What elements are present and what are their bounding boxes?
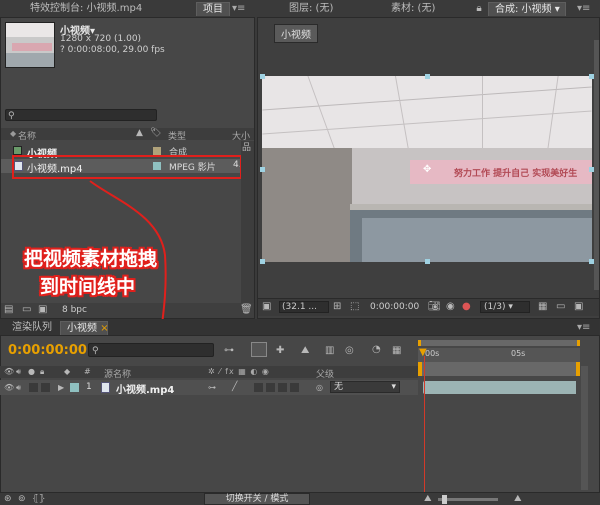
parent-dropdown[interactable]: 无 ▾ [330, 381, 400, 393]
toggle-switches-modes-button[interactable]: 切换开关 / 模式 [204, 493, 310, 505]
switches-header: ✲ ⁄ fx ▦ ◐ ◉ [208, 367, 270, 376]
layer-number: 1 [86, 382, 92, 392]
tab-timeline-label: 小视频 [67, 323, 97, 334]
timeline-timecode[interactable]: 0:00:00:00 [8, 343, 87, 358]
solo-checkbox[interactable] [29, 383, 38, 392]
switch-box[interactable] [266, 383, 275, 392]
current-time-indicator[interactable]: ▼ [419, 348, 427, 358]
fit-frame-icon[interactable]: ⊞ [333, 302, 341, 312]
video-toggle-icon[interactable]: 👁︎ [4, 367, 14, 377]
playhead-line[interactable] [424, 356, 425, 496]
frame-handle[interactable] [425, 259, 430, 264]
timeline-vertical-scrollbar[interactable] [581, 366, 588, 490]
shy-switch-icon[interactable]: ⊶ [208, 383, 216, 393]
lock-checkbox[interactable] [41, 383, 50, 392]
transparency-grid-icon[interactable]: ▦ [538, 302, 547, 312]
draft-3d-icon[interactable]: ✚ [276, 346, 284, 356]
audio-toggle-icon[interactable]: 🔊︎ [16, 383, 21, 393]
layer-label-swatch[interactable] [70, 383, 79, 392]
ruler-label-mid: 05s [511, 349, 526, 358]
lock-toggle-icon[interactable]: 🔒︎ [40, 367, 44, 377]
chevron-down-icon: ▾ [391, 382, 396, 392]
layer-number-header-icon: # [84, 367, 91, 376]
toggle-switches-modes-label: 切换开关 / 模式 [225, 494, 289, 504]
zoom-out-icon[interactable]: ⛰ [424, 494, 432, 504]
column-parent[interactable]: 父级 [316, 367, 334, 380]
switch-box[interactable] [290, 383, 299, 392]
ruler-label-start: 00s [425, 349, 440, 358]
viewer-scrollbar[interactable] [594, 40, 599, 290]
timeline-menu-button[interactable]: ▾≡ [577, 322, 590, 333]
brainstorm-icon[interactable]: ▦ [392, 346, 401, 356]
layer-source-icon [101, 382, 110, 393]
transfer-controls-icon[interactable]: ⊚ [18, 494, 26, 504]
time-ruler[interactable] [418, 348, 580, 362]
graph-editor-icon[interactable]: ◔ [372, 345, 381, 355]
channel-icon[interactable]: ● [462, 302, 471, 312]
pick-whip-icon[interactable]: ◎ [316, 383, 323, 393]
table-row[interactable]: 👁︎ 🔊︎ ▶ 1 小视频.mp4 ⊶ ╱ ◎ 无 ▾ [0, 380, 418, 396]
frame-handle[interactable] [260, 259, 265, 264]
audio-toggle-icon[interactable]: 🔊︎ [16, 367, 21, 377]
wall-banner-text: 努力工作 提升自己 实现美好生 [454, 169, 578, 179]
frame-handle[interactable] [425, 74, 430, 79]
zoom-slider-thumb[interactable] [442, 495, 447, 504]
zoom-value: (32.1 ... [282, 302, 317, 312]
tab-timeline-composition[interactable]: 小视频 × [60, 321, 109, 335]
view-layout-icon[interactable]: ▭ [556, 302, 565, 312]
camera-view-icon[interactable]: ▣ [574, 302, 583, 312]
work-area-bar[interactable] [418, 340, 580, 346]
viewer-timecode[interactable]: 0:00:00:00 [370, 302, 419, 312]
in-out-toggle-icon[interactable]: ⦃⦄ [32, 494, 45, 504]
solo-toggle-icon[interactable]: ● [28, 367, 35, 377]
video-toggle-icon[interactable]: 👁︎ [4, 383, 14, 393]
quality-switch-icon[interactable]: ╱ [232, 382, 237, 392]
timeline-navigator[interactable] [418, 362, 580, 376]
expand-arrow-icon[interactable]: ▶ [58, 383, 64, 393]
switch-box[interactable] [278, 383, 287, 392]
zoom-dropdown[interactable]: (32.1 ... [279, 301, 329, 313]
layer-duration-bar[interactable] [423, 381, 576, 394]
frame-blending-icon[interactable]: ▥ [325, 346, 334, 356]
column-source-name[interactable]: 源名称 [104, 367, 131, 380]
frame-handle[interactable] [260, 74, 265, 79]
layer-switches-toggle-icon[interactable]: ⊛ [4, 494, 12, 504]
comp-mini-flowchart-icon[interactable]: ⊶ [224, 346, 234, 356]
comp-name-chip[interactable]: 小视频 [274, 24, 318, 43]
label-header-icon: ◆ [64, 367, 71, 376]
search-icon: ⚲ [92, 346, 99, 356]
timeline-search-input[interactable]: ⚲ [88, 343, 214, 357]
zoom-in-icon[interactable]: ⛰ [514, 494, 522, 504]
switch-box[interactable] [254, 383, 263, 392]
snapshot-icon[interactable]: 📷︎ [428, 302, 441, 312]
zoom-slider[interactable] [438, 498, 498, 501]
resolution-dropdown[interactable]: (1/3) ▾ [480, 301, 530, 313]
motion-blur-icon[interactable]: ◎ [345, 346, 354, 356]
tab-render-queue[interactable]: 渲染队列 [6, 321, 58, 335]
close-icon[interactable]: × [100, 323, 108, 334]
show-snapshot-icon[interactable]: ◉ [446, 302, 455, 312]
resolution-value: (1/3) [484, 302, 506, 312]
region-of-interest-icon[interactable]: ⬚ [350, 302, 359, 312]
layer-name[interactable]: 小视频.mp4 [116, 381, 174, 396]
parent-value: 无 [334, 382, 344, 392]
always-preview-icon[interactable]: ▣ [262, 302, 271, 312]
live-update-button[interactable] [251, 342, 267, 357]
shy-layers-icon[interactable]: ⛰ [301, 346, 309, 356]
frame-handle[interactable] [260, 167, 265, 172]
anchor-point-icon[interactable]: ✥ [423, 165, 431, 175]
